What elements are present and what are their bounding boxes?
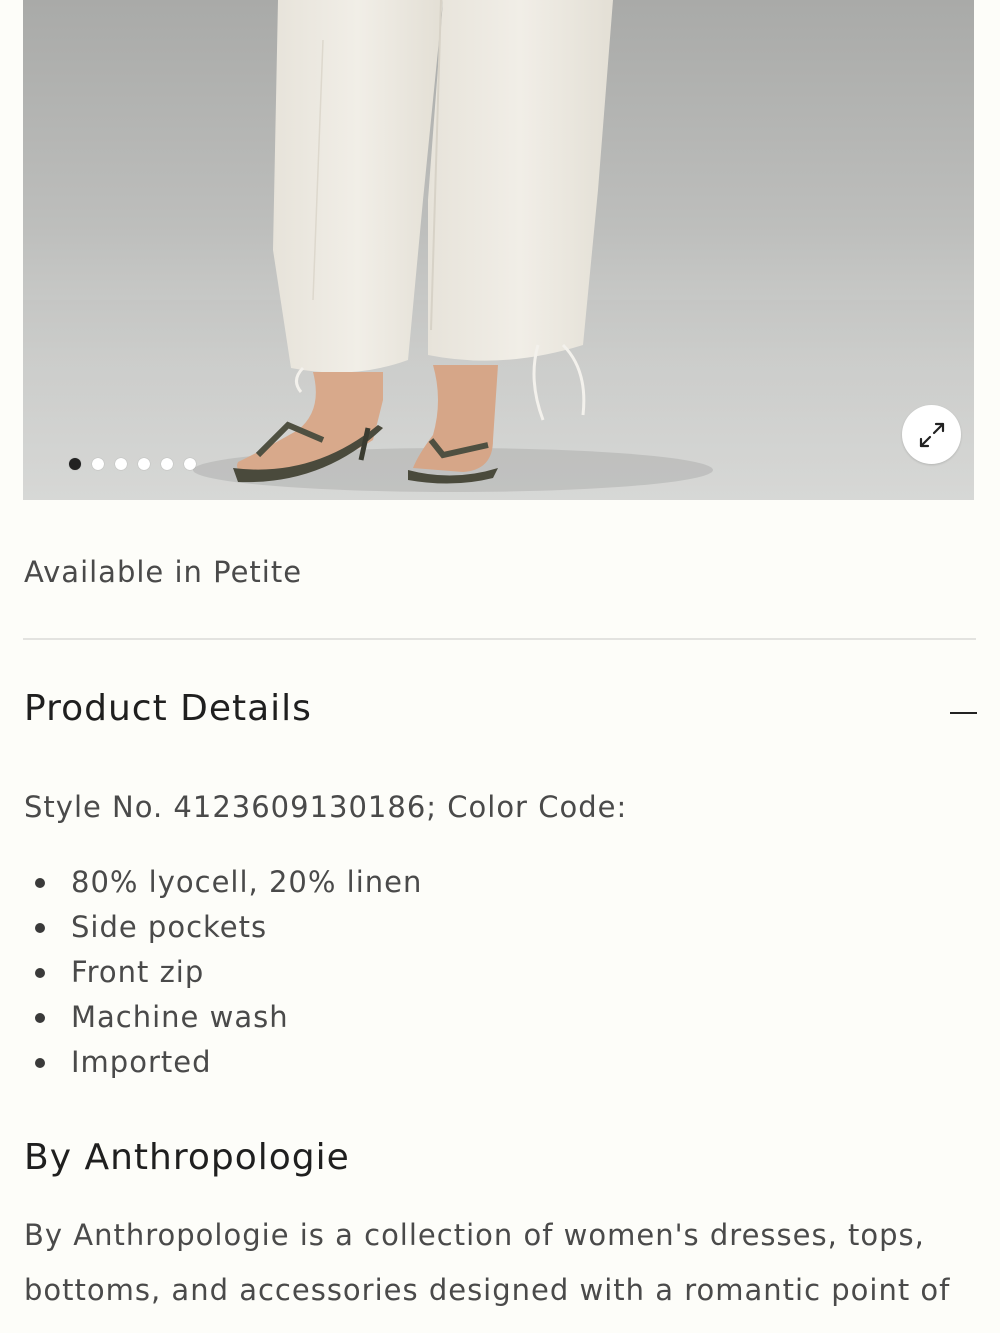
product-details-heading[interactable]: Product Details [24, 688, 312, 729]
list-item: Front zip [24, 950, 422, 995]
brand-heading: By Anthropologie [24, 1137, 350, 1178]
product-features-list: 80% lyocell, 20% linen Side pockets Fron… [24, 860, 422, 1085]
expand-image-button[interactable] [902, 405, 961, 464]
gallery-dot[interactable] [92, 458, 104, 470]
feature-text: Front zip [71, 955, 205, 989]
gallery-dot[interactable] [69, 458, 81, 470]
bullet-icon [35, 1013, 45, 1023]
minus-icon [950, 712, 977, 714]
gallery-dot[interactable] [161, 458, 173, 470]
product-photo [23, 0, 974, 500]
divider [23, 638, 976, 640]
list-item: Machine wash [24, 995, 422, 1040]
feature-text: 80% lyocell, 20% linen [71, 865, 423, 899]
list-item: Side pockets [24, 905, 422, 950]
feature-text: Machine wash [71, 1000, 289, 1034]
bullet-icon [35, 878, 45, 888]
product-page: Available in Petite Product Details Styl… [0, 0, 1000, 1333]
bullet-icon [35, 968, 45, 978]
availability-text: Available in Petite [24, 555, 303, 589]
style-number: Style No. 4123609130186; Color Code: [24, 790, 628, 824]
product-image[interactable] [23, 0, 974, 500]
gallery-dot[interactable] [184, 458, 196, 470]
bullet-icon [35, 1058, 45, 1068]
collapse-toggle-button[interactable] [949, 698, 979, 728]
brand-description: By Anthropologie is a collection of wome… [24, 1218, 951, 1307]
list-item: Imported [24, 1040, 422, 1085]
gallery-dot[interactable] [115, 458, 127, 470]
gallery-dots [69, 458, 196, 470]
list-item: 80% lyocell, 20% linen [24, 860, 422, 905]
feature-text: Imported [71, 1045, 212, 1079]
gallery-dot[interactable] [138, 458, 150, 470]
bullet-icon [35, 923, 45, 933]
feature-text: Side pockets [71, 910, 268, 944]
expand-icon [919, 422, 944, 447]
